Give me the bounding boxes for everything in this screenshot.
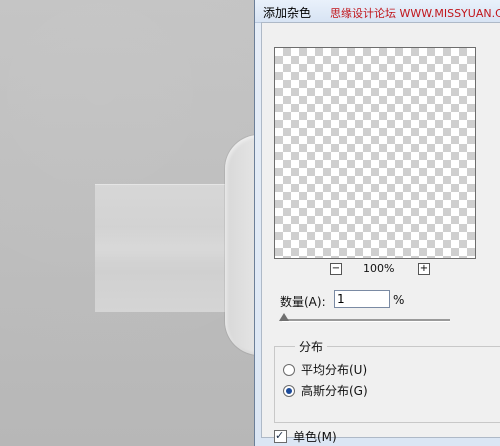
noise-preview[interactable] [274, 47, 476, 259]
dialog-titlebar[interactable]: 添加杂色 思缘设计论坛 WWW.MISSYUAN.COM [255, 0, 500, 23]
monochromatic-checkbox[interactable] [274, 429, 287, 443]
bar-shape [95, 184, 245, 312]
radio-gaussian-label: 高斯分布(G) [301, 384, 368, 398]
monochromatic-option[interactable]: 单色(M) [274, 428, 337, 445]
amount-unit: % [393, 293, 405, 307]
monochromatic-label: 单色(M) [293, 430, 337, 444]
zoom-out-button[interactable]: − [330, 263, 342, 275]
distribution-gaussian-option[interactable]: 高斯分布(G) [283, 382, 368, 399]
dialog-title: 添加杂色 [263, 6, 312, 20]
zoom-in-button[interactable]: + [418, 263, 430, 275]
amount-slider-track[interactable] [282, 319, 450, 322]
dialog-content: − 100% + 数量(A): % 分布 平均分布(U) 高斯分布(G) 单色(… [261, 22, 500, 444]
distribution-title: 分布 [295, 338, 328, 355]
add-noise-dialog: 添加杂色 思缘设计论坛 WWW.MISSYUAN.COM − 100% + 数量… [254, 0, 500, 446]
distribution-group: 分布 平均分布(U) 高斯分布(G) [274, 338, 500, 423]
zoom-level: 100% [363, 262, 395, 275]
amount-input[interactable] [334, 290, 390, 308]
amount-label: 数量(A): [280, 295, 326, 309]
watermark-text: 思缘设计论坛 WWW.MISSYUAN.COM [330, 7, 500, 20]
amount-slider-thumb[interactable] [279, 313, 289, 321]
radio-uniform-label: 平均分布(U) [301, 363, 368, 377]
radio-uniform[interactable] [283, 363, 295, 376]
distribution-uniform-option[interactable]: 平均分布(U) [283, 361, 367, 378]
radio-gaussian[interactable] [283, 384, 295, 397]
